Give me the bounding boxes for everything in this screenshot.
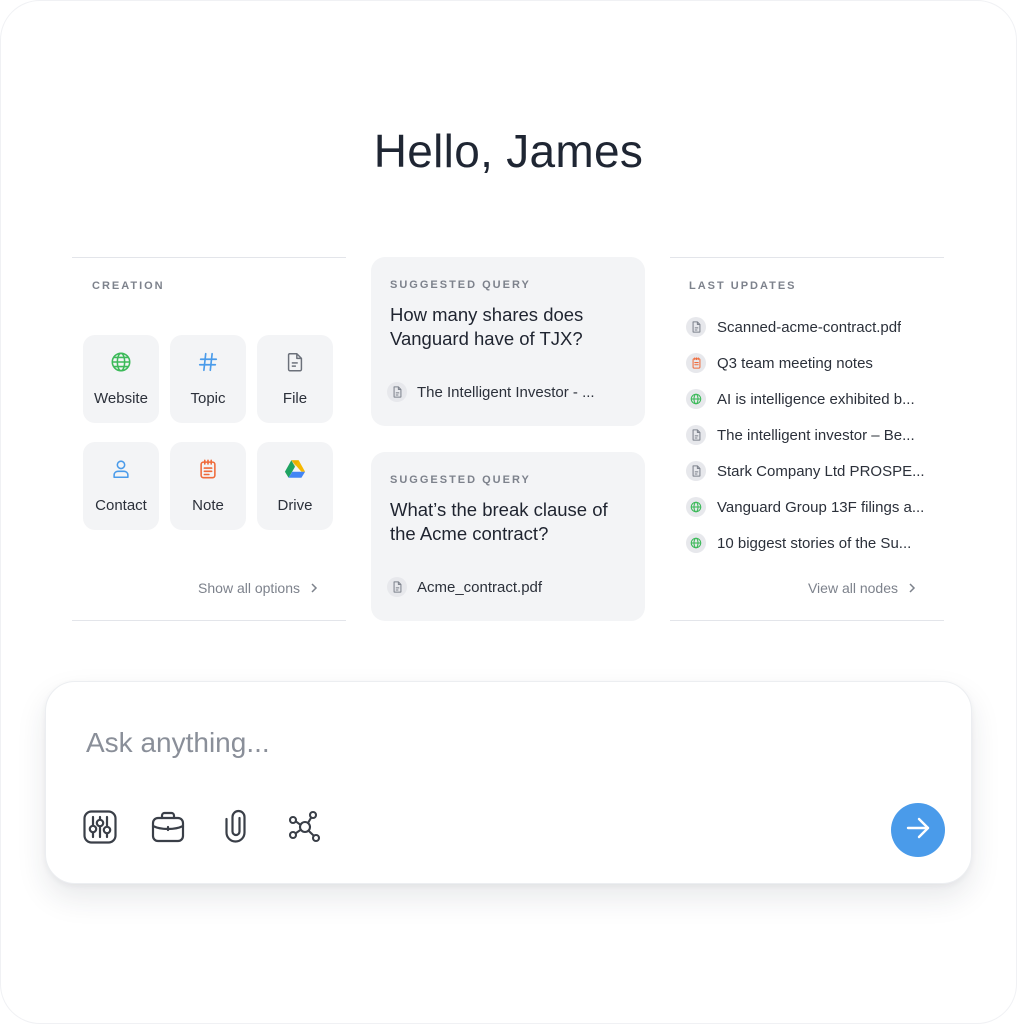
greeting-title: Hello, James [373,125,644,177]
person-icon [110,458,132,480]
list-item-label: 10 biggest stories of the Su... [717,534,912,552]
suggested-query-label: SUGGESTED QUERY [390,474,531,486]
last-updates-panel: LAST UPDATES Scanned-acme-contract.pdf Q… [670,257,944,621]
list-item-label: AI is intelligence exhibited b... [717,390,915,408]
creation-label: CREATION [92,280,165,292]
globe-icon [686,389,706,409]
ask-box [45,681,972,884]
creation-panel: CREATION Website Topic File Contact Note… [72,257,346,621]
tile-label-file: File [282,390,308,407]
google-drive-icon [284,458,306,480]
list-item[interactable]: Scanned-acme-contract.pdf [686,309,938,345]
create-website-button[interactable]: Website [83,335,159,423]
send-button[interactable] [891,803,945,857]
list-item[interactable]: 10 biggest stories of the Su... [686,525,938,561]
list-item[interactable]: AI is intelligence exhibited b... [686,381,938,417]
tile-label-contact: Contact [95,497,147,514]
file-icon [387,382,407,402]
show-all-options-link[interactable]: Show all options [198,580,318,596]
briefcase-button[interactable] [149,810,187,848]
suggested-query-source: Acme_contract.pdf [387,576,631,598]
view-all-nodes-link[interactable]: View all nodes [808,580,916,596]
create-drive-button[interactable]: Drive [257,442,333,530]
globe-icon [686,533,706,553]
create-contact-button[interactable]: Contact [83,442,159,530]
list-item[interactable]: Q3 team meeting notes [686,345,938,381]
suggested-query-card[interactable]: SUGGESTED QUERY How many shares does Van… [371,257,645,426]
last-updates-label: LAST UPDATES [689,280,797,292]
create-topic-button[interactable]: Topic [170,335,246,423]
suggested-query-label: SUGGESTED QUERY [390,279,531,291]
arrow-right-icon [904,814,932,847]
suggested-query-text: How many shares does Vanguard have of TJ… [390,304,584,349]
suggested-query-source: The Intelligent Investor - ... [387,381,631,403]
globe-icon [110,351,132,373]
graph-nodes-icon [286,808,324,851]
list-item[interactable]: Vanguard Group 13F filings a... [686,489,938,525]
note-icon [686,353,706,373]
filters-icon [82,809,118,850]
filters-button[interactable] [81,809,119,850]
paperclip-icon [218,809,254,850]
tile-label-note: Note [192,497,224,514]
file-icon [686,317,706,337]
updates-list: Scanned-acme-contract.pdf Q3 team meetin… [686,309,938,561]
suggested-query-source-label: The Intelligent Investor - ... [417,383,595,401]
attach-button[interactable] [217,809,255,850]
suggested-query-card[interactable]: SUGGESTED QUERY What’s the break clause … [371,452,645,621]
tile-label-website: Website [94,390,148,407]
create-note-button[interactable]: Note [170,442,246,530]
graph-nodes-button[interactable] [286,810,324,848]
list-item-label: Vanguard Group 13F filings a... [717,498,925,516]
list-item-label: Stark Company Ltd PROSPE... [717,462,925,480]
chevron-right-icon [908,580,916,596]
tile-label-drive: Drive [277,497,313,514]
file-icon [686,425,706,445]
list-item[interactable]: Stark Company Ltd PROSPE... [686,453,938,489]
file-icon [686,461,706,481]
view-all-nodes-label: View all nodes [807,580,898,596]
suggested-query-text: What’s the break clause of the Acme cont… [390,499,608,544]
file-icon [387,577,407,597]
list-item-label: Q3 team meeting notes [717,354,873,372]
globe-icon [686,497,706,517]
chevron-right-icon [310,580,318,596]
file-icon [284,351,306,373]
briefcase-icon [150,809,186,850]
tile-label-topic: Topic [190,390,226,407]
note-icon [197,458,219,480]
show-all-options-label: Show all options [198,580,300,596]
create-file-button[interactable]: File [257,335,333,423]
ask-input[interactable] [86,722,846,764]
list-item[interactable]: The intelligent investor – Be... [686,417,938,453]
list-item-label: Scanned-acme-contract.pdf [717,318,902,336]
list-item-label: The intelligent investor – Be... [717,426,915,444]
suggested-query-source-label: Acme_contract.pdf [417,578,543,596]
hashtag-icon [197,351,219,373]
